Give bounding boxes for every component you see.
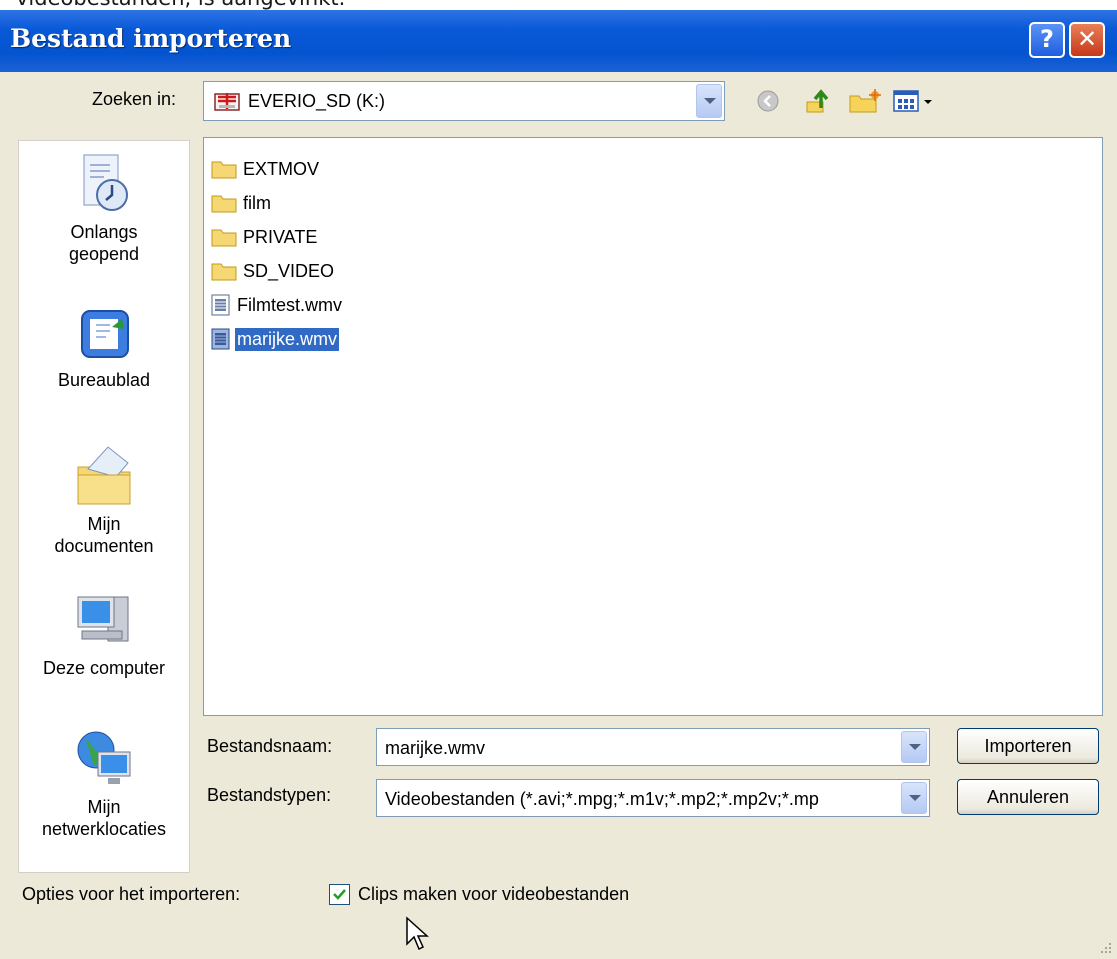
drive-icon	[214, 93, 240, 111]
filename-label: Bestandsnaam:	[207, 736, 333, 756]
filename-value: marijke.wmv	[385, 738, 486, 758]
place-desktop[interactable]: Bureaublad	[19, 305, 189, 391]
up-folder-icon[interactable]	[803, 86, 833, 116]
file-name: Filmtest.wmv	[237, 294, 342, 315]
filename-input[interactable]: marijke.wmv	[376, 728, 930, 766]
file-item-folder[interactable]: EXTMOV	[211, 154, 321, 184]
filetype-dropdown-arrow[interactable]	[901, 782, 927, 814]
place-label: Onlangs	[70, 222, 138, 242]
place-network[interactable]: Mijn netwerklocaties	[19, 726, 189, 840]
caption-text: videobestanden, is aangevinkt.	[16, 0, 345, 10]
file-name: film	[243, 192, 271, 213]
file-name: PRIVATE	[243, 226, 318, 247]
computer-icon	[77, 596, 129, 642]
clips-checkbox-label[interactable]: Clips maken voor videobestanden	[358, 884, 629, 905]
file-item-video[interactable]: Filmtest.wmv	[211, 290, 344, 320]
desktop-icon	[81, 310, 129, 358]
options-label: Opties voor het importeren:	[22, 884, 241, 904]
clips-checkbox[interactable]	[329, 884, 350, 905]
places-bar: Onlangs geopend Bureaublad Mijn document…	[18, 140, 190, 873]
video-file-icon	[211, 294, 230, 316]
new-folder-icon[interactable]	[848, 88, 882, 114]
place-label: Bureaublad	[57, 370, 151, 390]
file-item-video-selected[interactable]: marijke.wmv	[211, 324, 340, 354]
file-name: EXTMOV	[243, 158, 320, 179]
back-icon[interactable]	[756, 89, 780, 113]
place-documents[interactable]: Mijn documenten	[19, 441, 189, 557]
folder-icon	[211, 263, 237, 281]
place-label: netwerklocaties	[41, 819, 167, 839]
place-label: geopend	[68, 244, 140, 264]
place-label: Mijn	[87, 514, 121, 534]
window-title: Bestand importeren	[10, 24, 292, 53]
place-label: documenten	[54, 536, 154, 556]
file-list[interactable]: EXTMOV film PRIVATE SD_VIDEO Filmtest.wm…	[203, 137, 1103, 716]
file-name: marijke.wmv	[235, 327, 340, 351]
place-label: Deze computer	[42, 658, 166, 678]
file-item-folder[interactable]: film	[211, 188, 273, 218]
video-file-icon	[211, 328, 230, 350]
cancel-button[interactable]: Annuleren	[957, 779, 1099, 815]
mouse-cursor-icon	[406, 916, 429, 951]
folder-icon	[211, 229, 237, 247]
lookin-value: EVERIO_SD (K:)	[248, 91, 386, 111]
file-name: SD_VIDEO	[243, 260, 335, 281]
filename-dropdown-arrow[interactable]	[901, 731, 927, 763]
filetype-label: Bestandstypen:	[207, 785, 332, 805]
folder-icon	[211, 161, 237, 179]
close-button[interactable]: ✕	[1069, 22, 1105, 58]
file-item-folder[interactable]: SD_VIDEO	[211, 256, 336, 286]
documents-icon	[77, 446, 131, 505]
filetype-value: Videobestanden (*.avi;*.mpg;*.m1v;*.mp2;…	[385, 789, 819, 809]
help-button[interactable]: ?	[1029, 22, 1065, 58]
import-dialog: Bestand importeren ? ✕ Zoeken in: EVERIO…	[0, 10, 1117, 959]
file-item-folder[interactable]: PRIVATE	[211, 222, 319, 252]
lookin-dropdown[interactable]: EVERIO_SD (K:)	[203, 81, 725, 121]
recent-icon	[83, 154, 128, 211]
import-button[interactable]: Importeren	[957, 728, 1099, 764]
place-computer[interactable]: Deze computer	[19, 591, 189, 679]
place-label: Mijn	[87, 797, 121, 817]
network-icon	[77, 731, 131, 784]
title-bar[interactable]: Bestand importeren ? ✕	[0, 10, 1117, 72]
folder-icon	[211, 195, 237, 213]
resize-grip-icon[interactable]	[1099, 941, 1113, 955]
lookin-dropdown-arrow[interactable]	[696, 84, 722, 118]
checkmark-icon	[333, 889, 346, 900]
filetype-dropdown[interactable]: Videobestanden (*.avi;*.mpg;*.m1v;*.mp2;…	[376, 779, 930, 817]
view-menu-icon[interactable]	[893, 90, 937, 112]
place-recent[interactable]: Onlangs geopend	[19, 151, 189, 265]
lookin-label: Zoeken in:	[92, 89, 177, 109]
